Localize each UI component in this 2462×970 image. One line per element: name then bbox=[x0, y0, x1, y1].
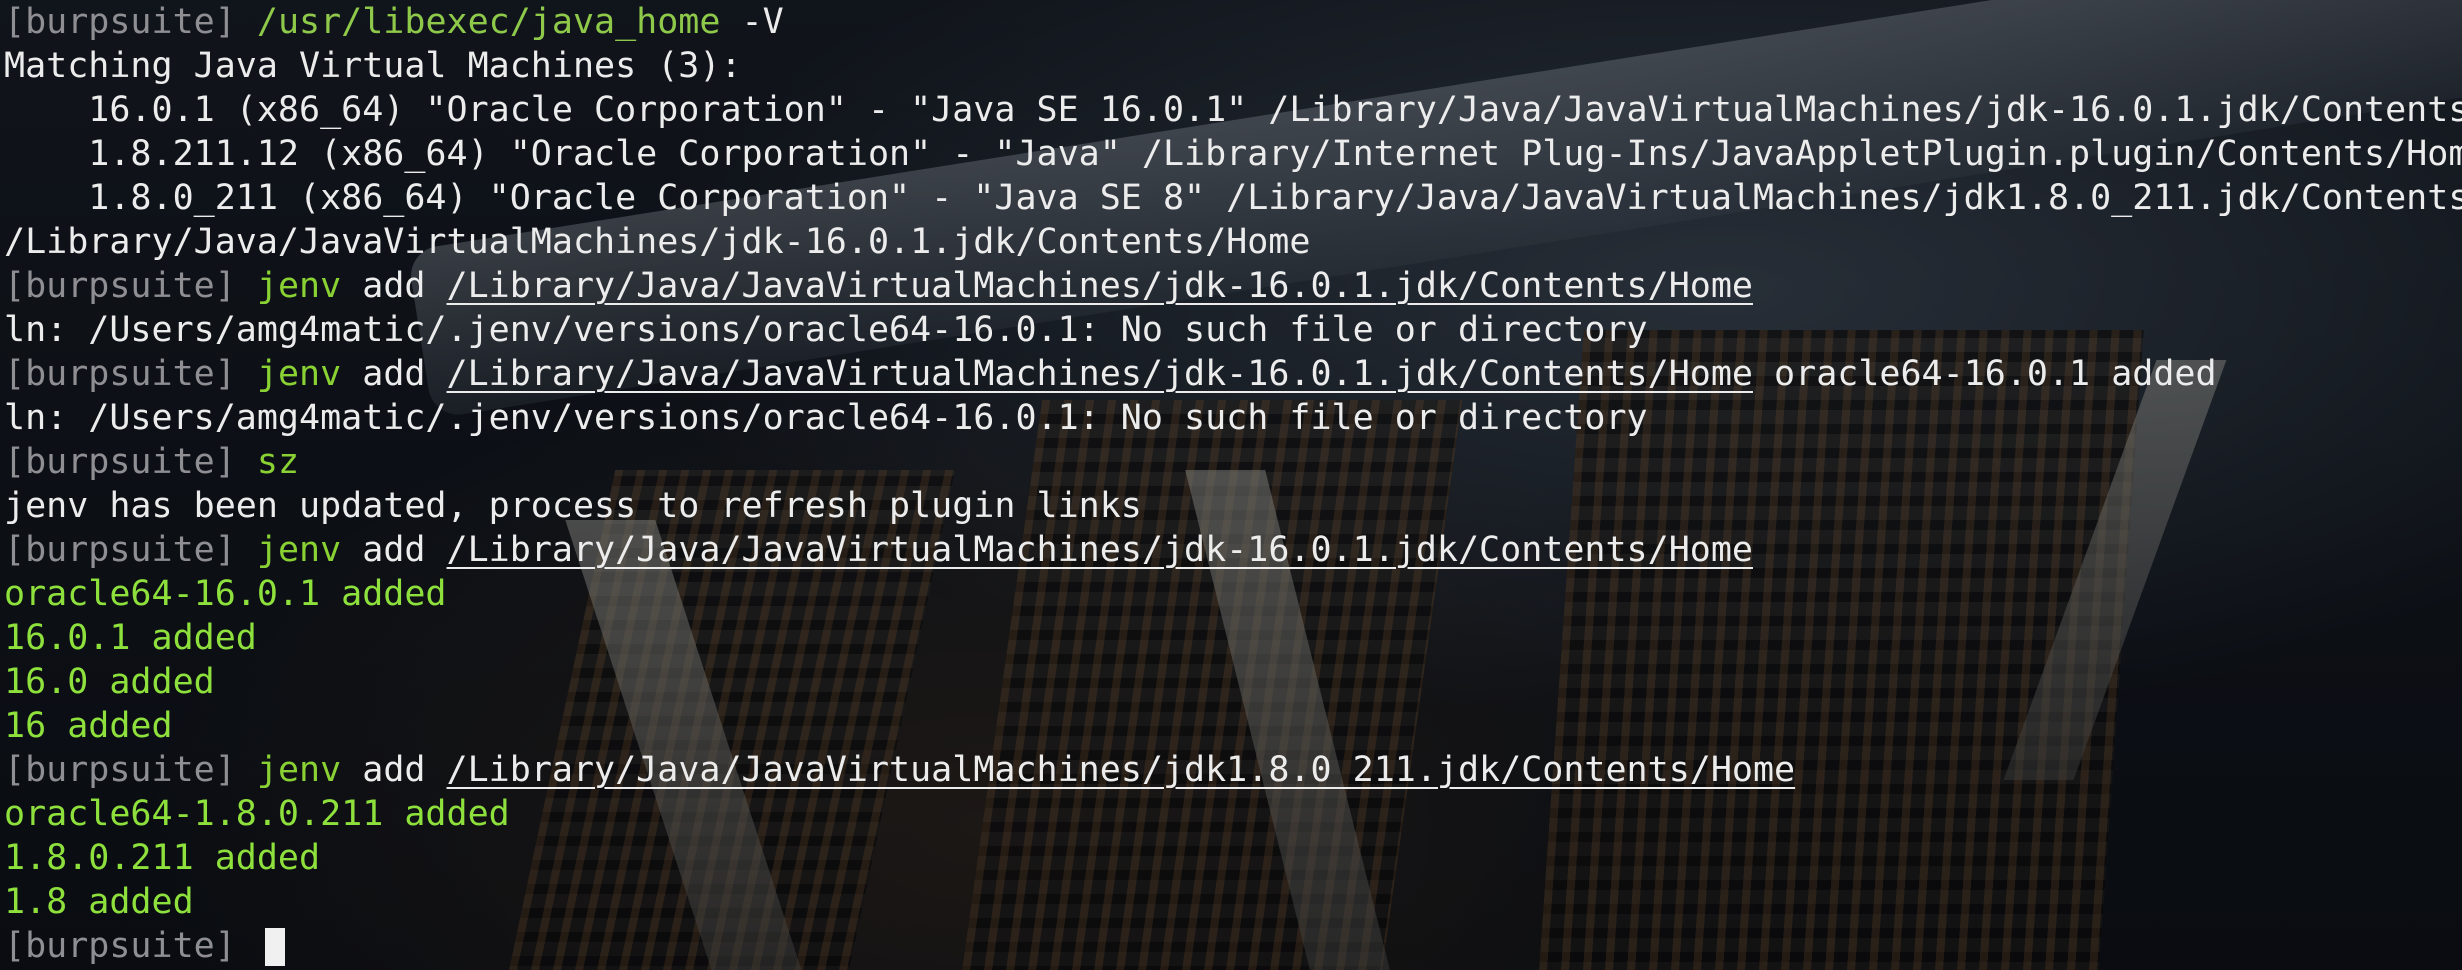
success-text: 1.8.0.211 added bbox=[4, 838, 321, 878]
prompt-label: [burpsuite] bbox=[4, 442, 236, 482]
command-args: add bbox=[341, 354, 447, 394]
prompt-label: [burpsuite] bbox=[4, 266, 236, 306]
output-text: 1.8.211.12 (x86_64) "Oracle Corporation"… bbox=[4, 134, 2462, 174]
output-line: jenv has been updated, process to refres… bbox=[4, 484, 2462, 528]
success-output-line: 16 added bbox=[4, 704, 2462, 748]
prompt-line: [burpsuite] jenv add /Library/Java/JavaV… bbox=[4, 264, 2462, 308]
prompt-line: [burpsuite] /usr/libexec/java_home -V bbox=[4, 0, 2462, 44]
success-output-line: 1.8.0.211 added bbox=[4, 836, 2462, 880]
success-output-line: 16.0.1 added bbox=[4, 616, 2462, 660]
command-args: -V bbox=[720, 2, 784, 42]
command-path-link[interactable]: /Library/Java/JavaVirtualMachines/jdk-16… bbox=[447, 530, 1753, 570]
output-text: ln: /Users/amg4matic/.jenv/versions/orac… bbox=[4, 310, 1648, 350]
success-text: oracle64-16.0.1 added bbox=[4, 574, 447, 614]
success-text: 16.0.1 added bbox=[4, 618, 257, 658]
success-output-line: 16.0 added bbox=[4, 660, 2462, 704]
command-name: sz bbox=[256, 442, 300, 482]
command-name: jenv bbox=[256, 750, 342, 790]
success-text: oracle64-1.8.0.211 added bbox=[4, 794, 510, 834]
output-line: ln: /Users/amg4matic/.jenv/versions/orac… bbox=[4, 308, 2462, 352]
output-text: jenv has been updated, process to refres… bbox=[4, 486, 1142, 526]
output-text: 1.8.0_211 (x86_64) "Oracle Corporation" … bbox=[4, 178, 2462, 218]
prompt-line: [burpsuite] jenv add /Library/Java/JavaV… bbox=[4, 528, 2462, 572]
output-line: 16.0.1 (x86_64) "Oracle Corporation" - "… bbox=[4, 88, 2462, 132]
output-line: 1.8.0_211 (x86_64) "Oracle Corporation" … bbox=[4, 176, 2462, 220]
output-text: ln: /Users/amg4matic/.jenv/versions/orac… bbox=[4, 398, 1648, 438]
command-args: add bbox=[341, 750, 447, 790]
output-line: /Library/Java/JavaVirtualMachines/jdk-16… bbox=[4, 220, 2462, 264]
command-output-suffix: oracle64-16.0.1 added bbox=[1752, 354, 2217, 394]
command-args: add bbox=[341, 530, 447, 570]
prompt-label: [burpsuite] bbox=[4, 926, 236, 966]
success-text: 16.0 added bbox=[4, 662, 215, 702]
command-name: jenv bbox=[256, 530, 342, 570]
prompt-line: [burpsuite] jenv add /Library/Java/JavaV… bbox=[4, 352, 2462, 396]
command-name: jenv bbox=[256, 266, 342, 306]
output-text: Matching Java Virtual Machines (3): bbox=[4, 46, 742, 86]
prompt-label: [burpsuite] bbox=[4, 2, 236, 42]
success-output-line: oracle64-1.8.0.211 added bbox=[4, 792, 2462, 836]
command-path-link[interactable]: /Library/Java/JavaVirtualMachines/jdk-16… bbox=[447, 354, 1753, 394]
command-name: /usr/libexec/java_home bbox=[256, 2, 721, 42]
success-output-line: 1.8 added bbox=[4, 880, 2462, 924]
success-text: 16 added bbox=[4, 706, 173, 746]
success-output-line: oracle64-16.0.1 added bbox=[4, 572, 2462, 616]
prompt-label: [burpsuite] bbox=[4, 750, 236, 790]
output-line: ln: /Users/amg4matic/.jenv/versions/orac… bbox=[4, 396, 2462, 440]
success-text: 1.8 added bbox=[4, 882, 194, 922]
output-text: 16.0.1 (x86_64) "Oracle Corporation" - "… bbox=[4, 90, 2462, 130]
output-line: 1.8.211.12 (x86_64) "Oracle Corporation"… bbox=[4, 132, 2462, 176]
command-args: add bbox=[341, 266, 447, 306]
command-name: jenv bbox=[256, 354, 342, 394]
command-path-link[interactable]: /Library/Java/JavaVirtualMachines/jdk1.8… bbox=[447, 750, 1796, 790]
prompt-line-active: [burpsuite] bbox=[4, 924, 2462, 968]
prompt-label: [burpsuite] bbox=[4, 354, 236, 394]
output-text: /Library/Java/JavaVirtualMachines/jdk-16… bbox=[4, 222, 1311, 262]
prompt-line: [burpsuite] sz bbox=[4, 440, 2462, 484]
prompt-label: [burpsuite] bbox=[4, 530, 236, 570]
prompt-line: [burpsuite] jenv add /Library/Java/JavaV… bbox=[4, 748, 2462, 792]
command-path-link[interactable]: /Library/Java/JavaVirtualMachines/jdk-16… bbox=[447, 266, 1753, 306]
text-cursor[interactable] bbox=[264, 928, 285, 966]
terminal-output: [burpsuite] /usr/libexec/java_home -V Mat… bbox=[0, 0, 2462, 968]
terminal-window[interactable]: [burpsuite] /usr/libexec/java_home -V Mat… bbox=[0, 0, 2462, 970]
output-line: Matching Java Virtual Machines (3): bbox=[4, 44, 2462, 88]
